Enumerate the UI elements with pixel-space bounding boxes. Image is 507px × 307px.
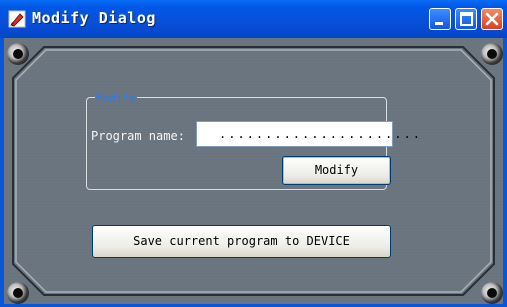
modify-group-legend: Modify	[95, 92, 137, 105]
screw-icon	[7, 43, 29, 65]
title-bar[interactable]: Modify Dialog	[0, 0, 507, 38]
save-to-device-button[interactable]: Save current program to DEVICE	[92, 225, 391, 258]
maximize-icon	[460, 12, 473, 26]
close-icon	[485, 12, 499, 26]
pencil-icon	[8, 10, 26, 28]
minimize-button[interactable]	[429, 8, 451, 30]
screw-icon	[481, 282, 503, 304]
program-name-label: Program name:	[91, 129, 185, 143]
client-area: Modify Program name: ...................…	[4, 38, 503, 304]
modify-button[interactable]: Modify	[282, 156, 391, 185]
minimize-icon	[435, 22, 443, 25]
screw-icon	[7, 282, 29, 304]
close-button[interactable]	[481, 8, 503, 30]
screw-icon	[481, 43, 503, 65]
maximize-button[interactable]	[455, 8, 477, 30]
window-title: Modify Dialog	[32, 9, 156, 27]
dialog-window: Modify Dialog Modify Program name: .....…	[0, 0, 507, 307]
program-name-input[interactable]: ......................	[196, 121, 420, 147]
